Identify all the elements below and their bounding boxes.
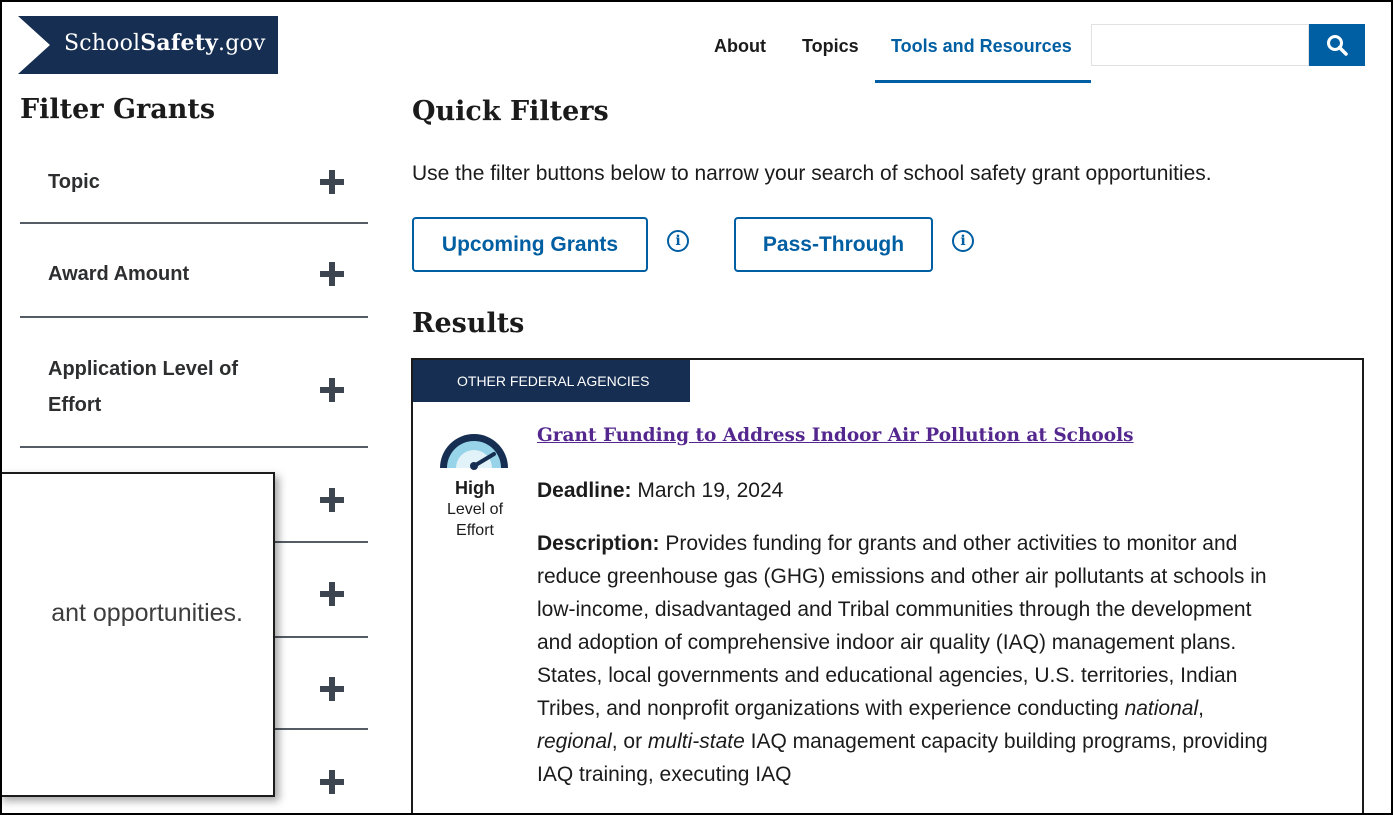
plus-icon [320,488,344,512]
accordion-award-amount[interactable]: Award Amount [20,224,368,318]
deadline-value: March 19, 2024 [637,479,784,502]
effort-level: High [455,478,495,498]
grant-deadline: Deadline: March 19, 2024 [537,479,783,503]
search-icon [1327,35,1348,56]
page-frame: SchoolSafety.gov About Topics Tools and … [0,0,1393,815]
agency-tag: OTHER FEDERAL AGENCIES [413,360,690,402]
plus-icon [320,170,344,194]
zoom-callout-text: ant opportunities. [51,599,243,627]
info-icon[interactable]: i [952,230,974,252]
plus-icon [320,770,344,794]
accordion-label: Award Amount [48,263,190,285]
accordion-application-level-of-effort[interactable]: Application Level of Effort [20,318,368,448]
accordion-topic[interactable]: Topic [20,142,368,224]
plus-icon [320,262,344,286]
deadline-label: Deadline: [537,479,632,502]
upcoming-grants-button[interactable]: Upcoming Grants [412,217,648,272]
grant-title-link[interactable]: Grant Funding to Address Indoor Air Poll… [537,425,1134,446]
grant-result-card: OTHER FEDERAL AGENCIES High Level of Eff… [411,358,1364,813]
plus-icon [320,378,344,402]
plus-icon [320,677,344,701]
accordion-label: Application Level of Effort [48,358,239,416]
info-icon[interactable]: i [667,230,689,252]
filter-grants-title: Filter Grants [20,94,216,125]
results-title: Results [412,308,525,339]
effort-gauge-icon [440,434,508,470]
search-input[interactable] [1091,24,1309,66]
pass-through-button[interactable]: Pass-Through [734,217,933,272]
description-label: Description: [537,532,660,555]
zoom-callout: ant opportunities. [2,472,275,797]
nav-about[interactable]: About [714,36,766,57]
grant-description: Description: Provides funding for grants… [537,532,1268,786]
effort-caption: Level of Effort [446,501,504,539]
nav-active-indicator [875,80,1091,83]
search-button[interactable] [1309,24,1365,66]
effort-label: High Level of Effort [435,478,515,541]
plus-icon [320,582,344,606]
nav-topics[interactable]: Topics [802,36,859,57]
quick-filters-description: Use the filter buttons below to narrow y… [412,162,1212,185]
site-logo[interactable]: SchoolSafety.gov [18,16,278,74]
logo-text: SchoolSafety.gov [64,30,266,56]
quick-filters-title: Quick Filters [412,96,609,127]
nav-tools-and-resources[interactable]: Tools and Resources [891,36,1072,57]
accordion-label: Topic [48,171,100,193]
